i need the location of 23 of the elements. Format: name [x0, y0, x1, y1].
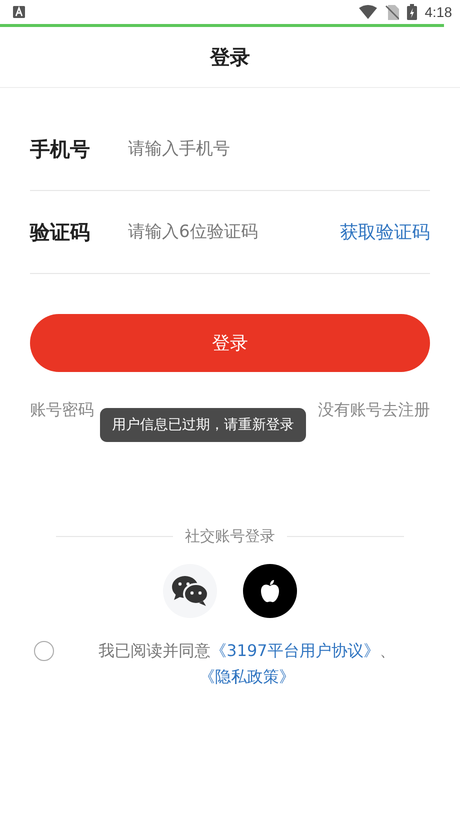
apple-button[interactable] [243, 564, 297, 618]
register-link[interactable]: 没有账号去注册 [318, 400, 430, 421]
get-code-link[interactable]: 获取验证码 [340, 220, 430, 244]
status-time: 4:18 [424, 4, 452, 20]
chat-bubbles-icon [171, 575, 209, 607]
agreement-text: 我已阅读并同意《3197平台用户协议》、 《隐私政策》 [98, 640, 396, 688]
password-login-link[interactable]: 账号密码 [30, 400, 94, 421]
notification-icon [13, 6, 25, 18]
input-field[interactable]: 请输入手机号 [126, 138, 430, 160]
login-button[interactable]: 登录 [30, 314, 430, 372]
toast: 用户信息已过期，请重新登录 [100, 408, 306, 442]
apple-icon [260, 579, 280, 603]
field-label: 手机号 [30, 136, 91, 162]
field-label: 验证码 [30, 218, 91, 246]
social-login-title: 社交账号登录 [185, 527, 275, 546]
user-agreement-link[interactable]: 《3197平台用户协议》 [210, 641, 380, 660]
wifi-icon [358, 5, 377, 19]
input-field[interactable]: 请输入6位验证码 [126, 221, 340, 243]
agreement-checkbox[interactable] [34, 641, 54, 661]
battery-icon [406, 4, 417, 20]
no-sim-icon [384, 4, 399, 20]
privacy-policy-link[interactable]: 《隐私政策》 [199, 667, 295, 686]
page-title: 登录 [210, 44, 250, 70]
